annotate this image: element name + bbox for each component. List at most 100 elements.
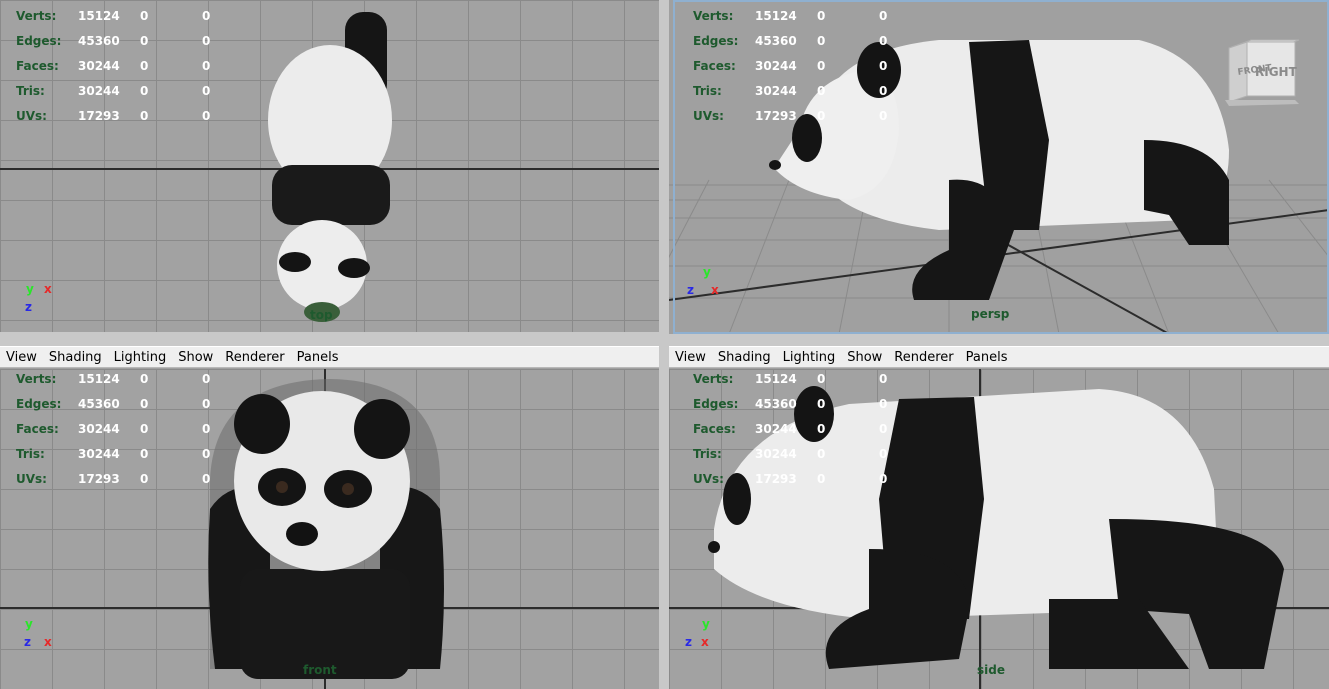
viewport-side[interactable]: Verts: 15124 0 0 Edges: 45360 0 0 Faces: 30244 0… [669, 369, 1329, 689]
viewport-pane-front[interactable]: View Shading Lighting Show Renderer Pane… [0, 346, 659, 689]
hud-label: Tris: [693, 447, 722, 461]
hud-row-uvs: UVs: 17293 0 0 [16, 467, 232, 492]
hud-value: 0 [879, 59, 888, 73]
hud-row-faces: Faces: 30244 0 0 [16, 417, 232, 442]
hud-value: 0 [140, 472, 149, 486]
hud-label: Edges: [16, 397, 62, 411]
viewport-pane-persp[interactable]: Verts: 15124 0 0 Edges: 45360 0 0 Faces: 30244 0… [669, 0, 1329, 334]
hud-value: 0 [202, 59, 211, 73]
hud-label: Tris: [16, 447, 45, 461]
hud-row-edges: Edges: 45360 0 0 [693, 29, 909, 54]
hud-value: 0 [817, 59, 826, 73]
viewport-front[interactable]: Verts: 15124 0 0 Edges: 45360 0 0 Faces: 30244 0… [0, 369, 659, 689]
hud-value: 0 [879, 84, 888, 98]
axis-y-label: y [703, 265, 711, 279]
menu-show[interactable]: Show [178, 350, 213, 365]
hud-value: 0 [202, 9, 211, 23]
hud-row-faces: Faces: 30244 0 0 [693, 54, 909, 79]
hud-value: 45360 [755, 397, 797, 411]
hud-label: Edges: [16, 34, 62, 48]
hud-value: 0 [202, 397, 211, 411]
hud-value: 30244 [755, 447, 797, 461]
hud-label: Edges: [693, 34, 739, 48]
hud-label: Faces: [16, 422, 59, 436]
viewport-pane-top[interactable]: Verts: 15124 0 0 Edges: 45360 0 0 Faces: 30244 0… [0, 0, 659, 332]
hud-label: UVs: [16, 472, 47, 486]
hud-value: 0 [202, 447, 211, 461]
axis-x-label: x [701, 635, 709, 649]
hud-value: 17293 [78, 472, 120, 486]
panel-menubar: View Shading Lighting Show Renderer Pane… [0, 346, 659, 368]
hud-row-verts: Verts: 15124 0 0 [693, 4, 909, 29]
viewport-pane-side[interactable]: View Shading Lighting Show Renderer Pane… [669, 346, 1329, 689]
menu-lighting[interactable]: Lighting [114, 350, 167, 365]
menu-shading[interactable]: Shading [49, 350, 102, 365]
hud-value: 0 [817, 472, 826, 486]
hud-value: 15124 [755, 9, 797, 23]
hud-value: 30244 [755, 422, 797, 436]
hud-row-tris: Tris: 30244 0 0 [693, 442, 909, 467]
hud-label: Tris: [693, 84, 722, 98]
hud-value: 0 [202, 34, 211, 48]
axis-gizmo: y z x [685, 617, 725, 651]
hud-value: 30244 [78, 422, 120, 436]
hud-value: 30244 [755, 59, 797, 73]
hud-value: 0 [140, 397, 149, 411]
hud-value: 0 [817, 109, 826, 123]
menu-renderer[interactable]: Renderer [894, 350, 953, 365]
viewport-persp[interactable]: Verts: 15124 0 0 Edges: 45360 0 0 Faces: 30244 0… [669, 0, 1329, 334]
viewport-top[interactable]: Verts: 15124 0 0 Edges: 45360 0 0 Faces: 30244 0… [0, 0, 659, 332]
menu-view[interactable]: View [6, 350, 37, 365]
viewcube[interactable]: FRONT RIGHT [1221, 38, 1301, 108]
hud-label: UVs: [693, 109, 724, 123]
hud-value: 0 [140, 447, 149, 461]
axis-z-label: z [685, 635, 692, 649]
axis-x-label: x [44, 282, 52, 296]
hud-value: 0 [140, 34, 149, 48]
axis-y-label: y [26, 282, 34, 296]
hud-value: 0 [202, 422, 211, 436]
menu-show[interactable]: Show [847, 350, 882, 365]
hud-value: 0 [140, 59, 149, 73]
hud-value: 0 [879, 9, 888, 23]
hud-label: UVs: [16, 109, 47, 123]
hud-row-faces: Faces: 30244 0 0 [16, 54, 232, 79]
hud-row-faces: Faces: 30244 0 0 [693, 417, 909, 442]
menu-renderer[interactable]: Renderer [225, 350, 284, 365]
hud-row-edges: Edges: 45360 0 0 [16, 29, 232, 54]
hud-row-verts: Verts: 15124 0 0 [16, 4, 232, 29]
hud-value: 0 [202, 472, 211, 486]
hud-value: 0 [879, 472, 888, 486]
menu-panels[interactable]: Panels [297, 350, 339, 365]
axis-z-label: z [687, 283, 694, 297]
hud-poly-count: Verts: 15124 0 0 Edges: 45360 0 0 Faces: 30244 0… [693, 4, 909, 129]
hud-value: 0 [140, 84, 149, 98]
menu-shading[interactable]: Shading [718, 350, 771, 365]
menu-panels[interactable]: Panels [966, 350, 1008, 365]
hud-value: 45360 [755, 34, 797, 48]
hud-value: 30244 [78, 84, 120, 98]
menu-view[interactable]: View [675, 350, 706, 365]
menu-lighting[interactable]: Lighting [783, 350, 836, 365]
camera-label: persp [971, 307, 1010, 321]
hud-row-verts: Verts: 15124 0 0 [16, 369, 232, 392]
axis-y-label: y [25, 617, 33, 631]
hud-value: 0 [817, 34, 826, 48]
hud-value: 17293 [78, 109, 120, 123]
hud-poly-count: Verts: 15124 0 0 Edges: 45360 0 0 Faces: 30244 0… [693, 369, 909, 492]
camera-label: side [977, 663, 1005, 677]
hud-value: 30244 [755, 84, 797, 98]
hud-label: Verts: [693, 372, 734, 386]
axis-z-label: z [24, 635, 31, 649]
hud-value: 0 [140, 372, 149, 386]
hud-value: 0 [817, 372, 826, 386]
hud-value: 0 [817, 84, 826, 98]
hud-value: 0 [879, 109, 888, 123]
hud-poly-count: Verts: 15124 0 0 Edges: 45360 0 0 Faces: 30244 0… [16, 4, 232, 129]
hud-value: 15124 [78, 9, 120, 23]
camera-label: top [310, 308, 333, 322]
hud-value: 0 [879, 422, 888, 436]
hud-value: 0 [817, 9, 826, 23]
hud-value: 0 [140, 422, 149, 436]
hud-value: 0 [140, 9, 149, 23]
